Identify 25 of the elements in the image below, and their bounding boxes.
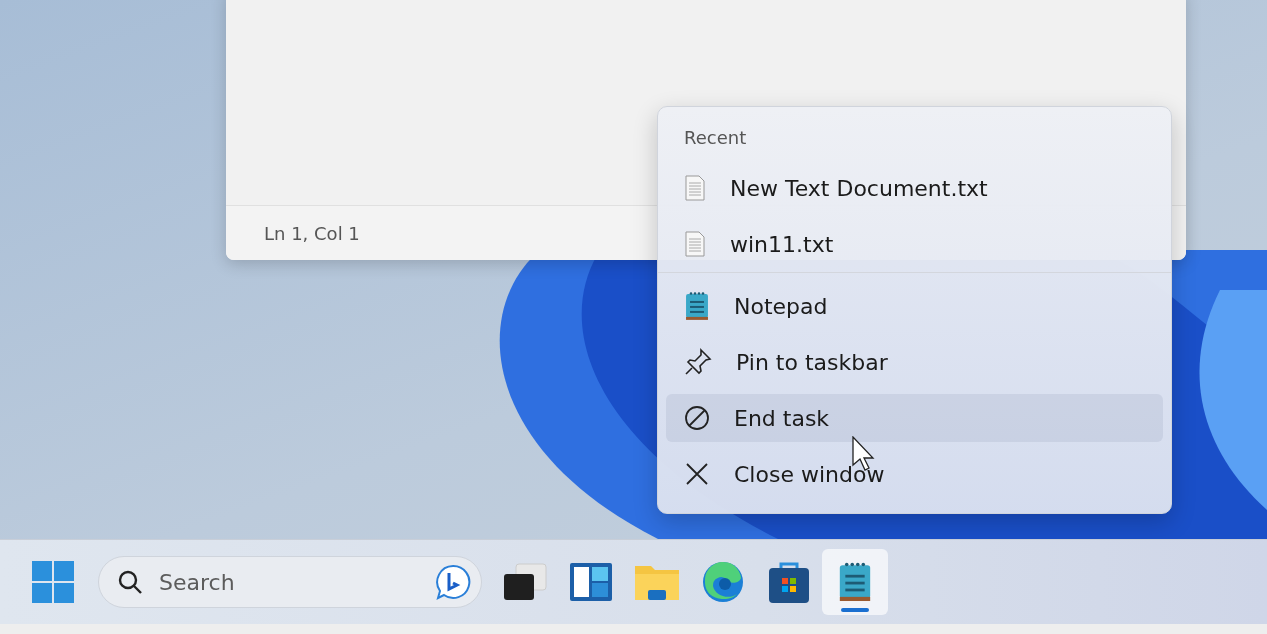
document-icon <box>684 175 706 201</box>
widgets-icon <box>569 562 613 602</box>
taskbar-app-button[interactable] <box>822 549 888 615</box>
menu-item[interactable]: Close window <box>666 450 1163 498</box>
menu-item[interactable]: Notepad <box>666 282 1163 330</box>
notepad-icon <box>684 291 710 321</box>
notepad-icon <box>837 561 873 603</box>
cursor-position: Ln 1, Col 1 <box>264 222 360 244</box>
prohibited-icon <box>684 405 710 431</box>
start-icon[interactable] <box>32 561 74 603</box>
menu-item[interactable]: win11.txt <box>666 220 1163 268</box>
active-indicator <box>841 608 869 612</box>
menu-item[interactable]: Pin to taskbar <box>666 338 1163 386</box>
chat-bubble-icon[interactable] <box>435 564 471 600</box>
menu-header: Recent <box>683 126 748 150</box>
browser-icon <box>701 560 745 604</box>
search-field[interactable]: Search <box>98 556 482 608</box>
task-view-icon <box>502 562 548 602</box>
close-icon <box>684 461 710 487</box>
pin-icon <box>684 348 712 376</box>
menu-item[interactable]: New Text Document.txt <box>666 164 1163 212</box>
document-icon <box>684 231 706 257</box>
menu-item[interactable]: End task <box>666 394 1163 442</box>
store-bag-icon <box>768 560 810 604</box>
search-icon <box>117 569 143 595</box>
